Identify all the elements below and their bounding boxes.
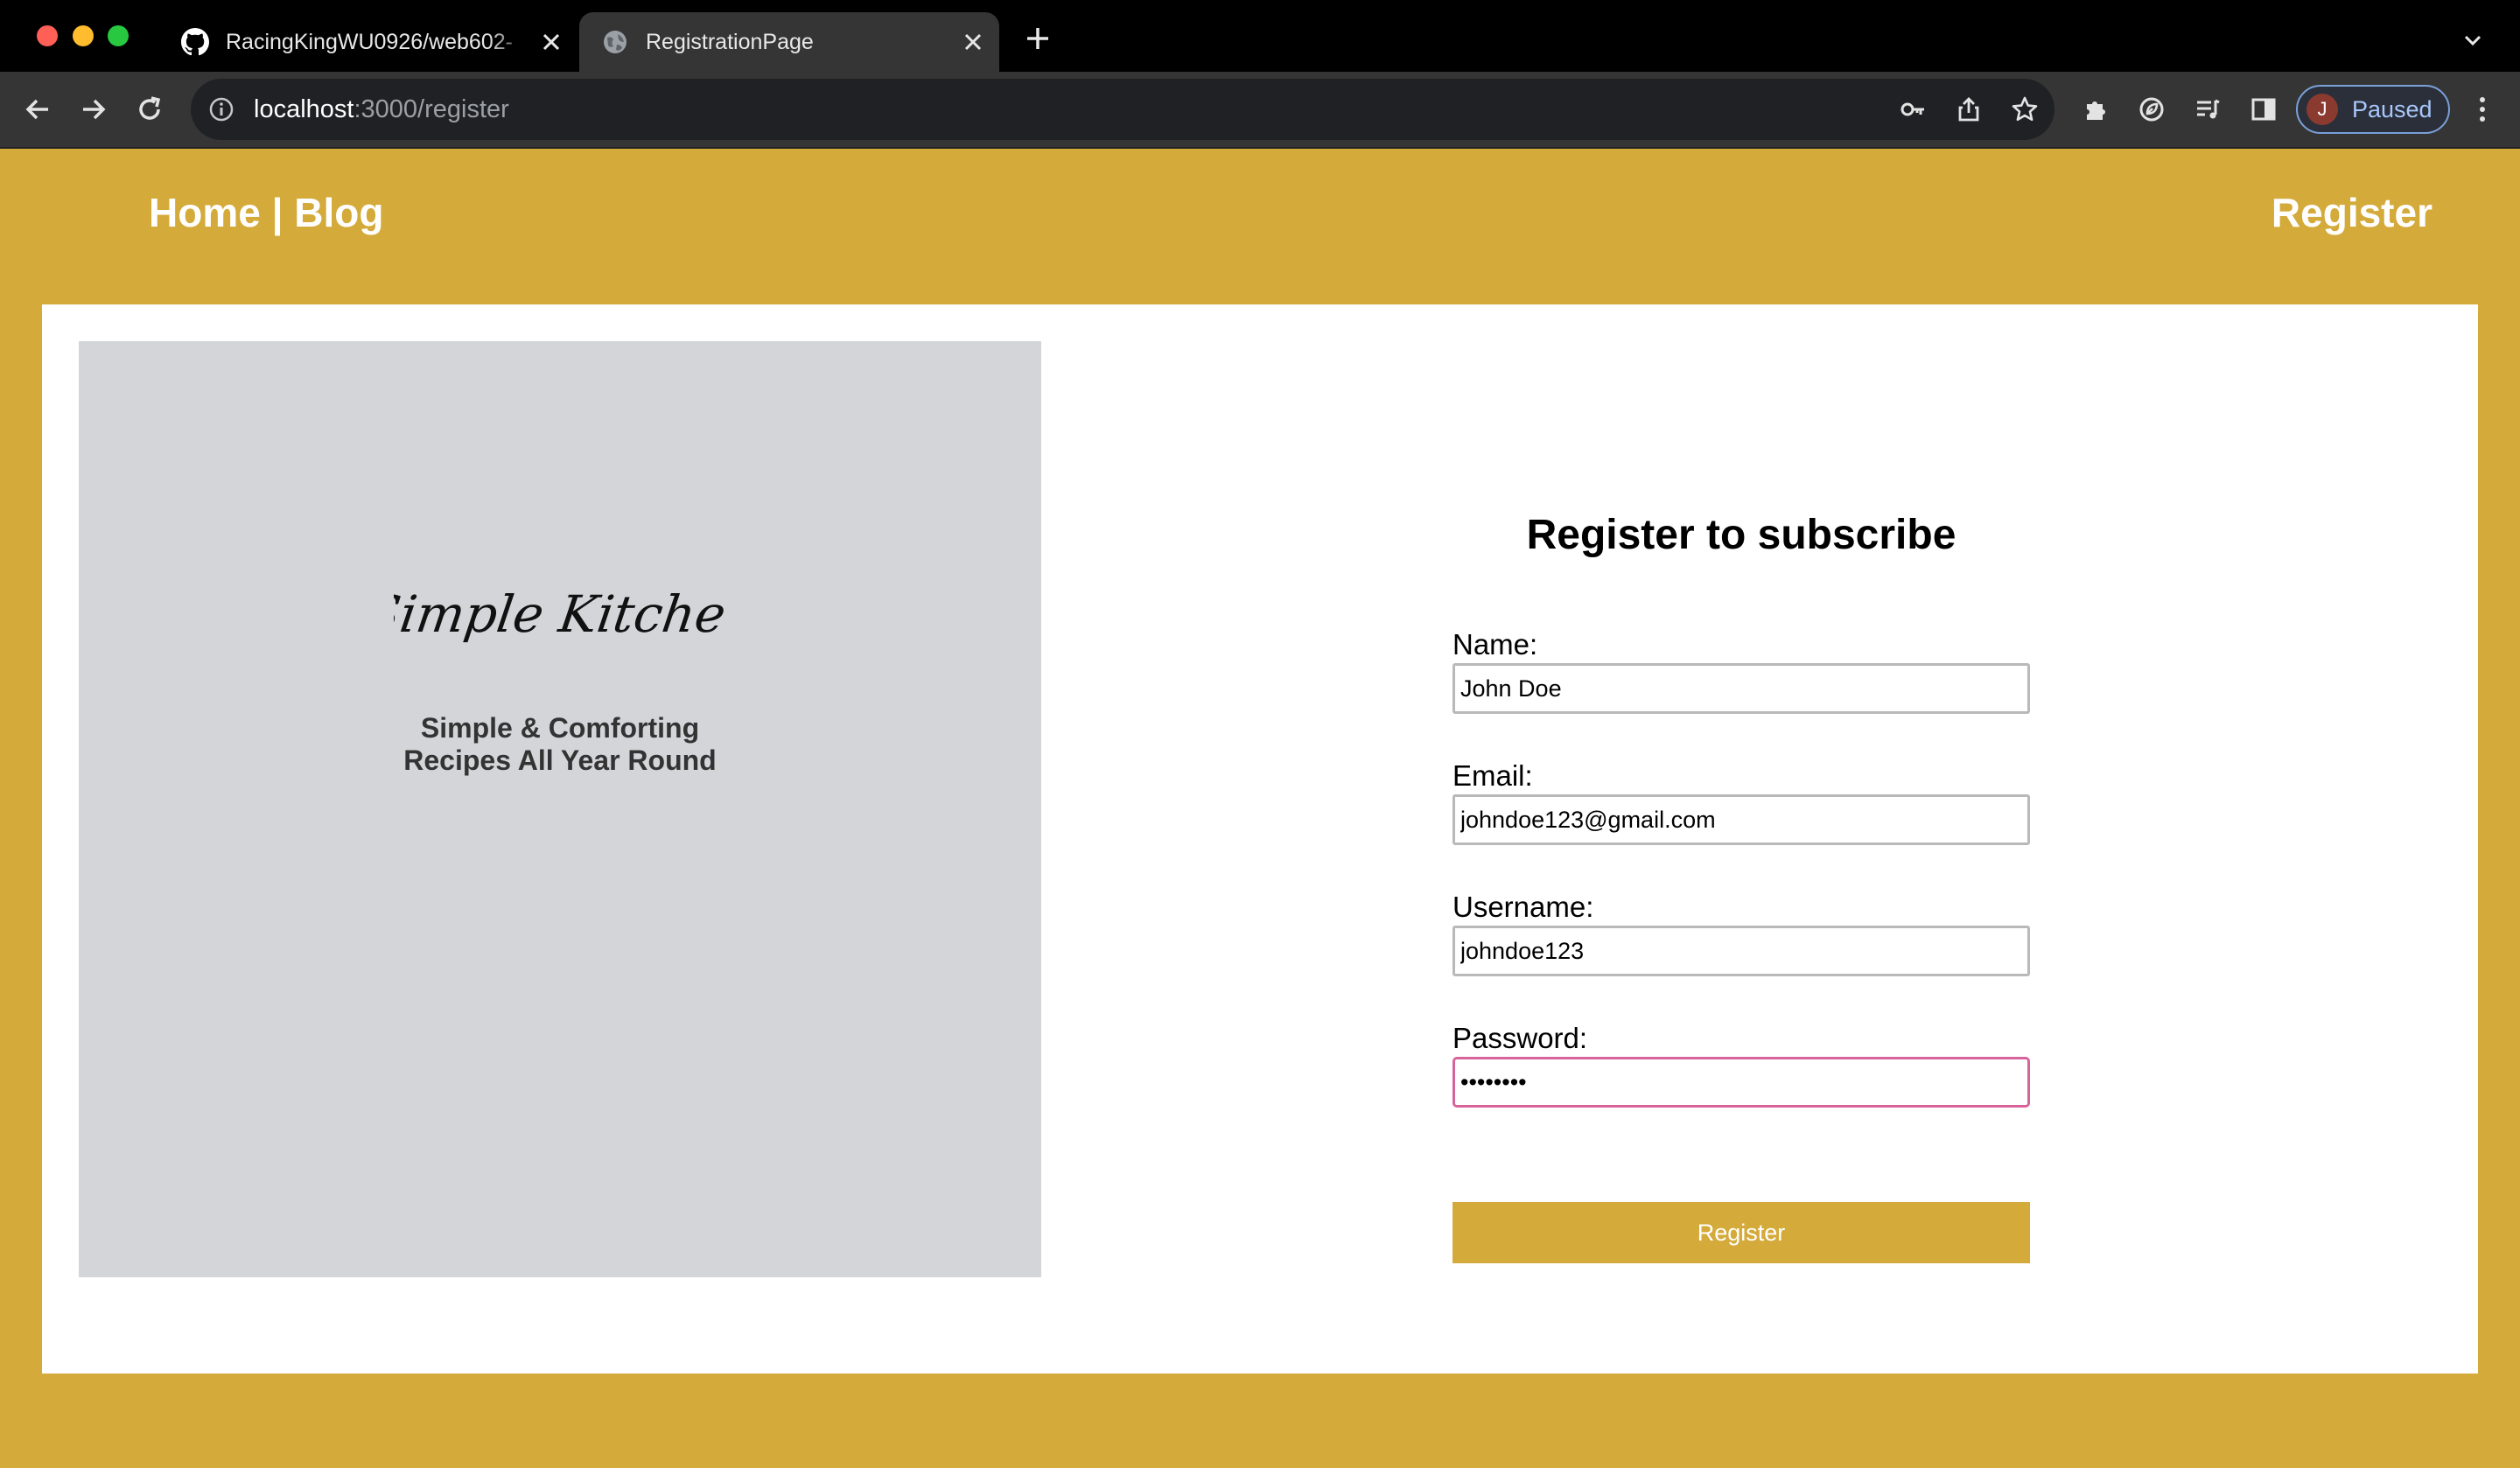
minimize-window-button[interactable]: [73, 25, 94, 46]
url-text: localhost:3000/register: [254, 94, 509, 123]
tab-title: RacingKingWU0926/web602-: [226, 29, 513, 54]
chevron-down-icon[interactable]: [2455, 23, 2490, 58]
nav-home-blog-link[interactable]: Home | Blog: [149, 189, 383, 236]
avatar: J: [2306, 94, 2338, 125]
reading-list-icon[interactable]: [2188, 89, 2228, 129]
nav-register-link[interactable]: Register: [2272, 189, 2432, 236]
password-field[interactable]: [1452, 1057, 2030, 1108]
new-tab-button[interactable]: [1020, 21, 1055, 56]
bookmark-star-icon[interactable]: [2007, 92, 2042, 127]
github-icon: [180, 27, 210, 57]
back-icon[interactable]: [18, 89, 58, 129]
username-field[interactable]: [1452, 926, 2030, 976]
browser-tab-bar: RacingKingWU0926/web602- RegistrationPag…: [0, 0, 2520, 72]
hero-tagline: Simple & Comforting Recipes All Year Rou…: [79, 712, 1041, 777]
hero-panel: Simple Kitchen Simple & Comforting Recip…: [79, 341, 1041, 1277]
side-panel-icon[interactable]: [2244, 89, 2284, 129]
name-field[interactable]: [1452, 663, 2030, 714]
email-field[interactable]: [1452, 794, 2030, 845]
share-icon[interactable]: [1951, 92, 1986, 127]
more-menu-icon[interactable]: [2462, 89, 2502, 129]
browser-tab-registration[interactable]: RegistrationPage: [579, 12, 999, 72]
form-title: Register to subscribe: [1526, 512, 1956, 558]
username-label: Username:: [1452, 891, 1594, 923]
maximize-window-button[interactable]: [108, 25, 129, 46]
tagline-line-2: Recipes All Year Round: [403, 744, 717, 776]
globe-icon: [600, 27, 630, 57]
content-card: Simple Kitchen Simple & Comforting Recip…: [42, 304, 2478, 1374]
browser-toolbar: localhost:3000/register J Paused: [0, 72, 2520, 149]
simple-kitchen-logo: Simple Kitchen: [79, 577, 1041, 669]
forward-icon[interactable]: [74, 89, 114, 129]
profile-button[interactable]: J Paused: [2296, 85, 2450, 134]
name-label: Name:: [1452, 628, 1538, 661]
profile-status-label: Paused: [2352, 95, 2432, 122]
close-tab-icon[interactable]: [534, 24, 569, 59]
register-button[interactable]: Register: [1452, 1202, 2030, 1263]
extensions-puzzle-icon[interactable]: [2076, 89, 2116, 129]
email-label: Email:: [1452, 759, 1533, 792]
performance-leaf-icon[interactable]: [2132, 89, 2172, 129]
password-label: Password:: [1452, 1022, 1588, 1054]
browser-tab-github[interactable]: RacingKingWU0926/web602-: [166, 12, 578, 72]
tagline-line-1: Simple & Comforting: [420, 712, 700, 744]
site-info-icon[interactable]: [206, 94, 236, 124]
svg-text:Simple Kitchen: Simple Kitchen: [394, 584, 726, 644]
tab-title: RegistrationPage: [646, 29, 814, 54]
site-header: Home | Blog Register: [0, 149, 2520, 304]
key-icon[interactable]: [1895, 92, 1930, 127]
reload-icon[interactable]: [130, 89, 170, 129]
close-tab-icon[interactable]: [956, 24, 990, 59]
address-bar[interactable]: localhost:3000/register: [191, 79, 2054, 140]
close-window-button[interactable]: [37, 25, 58, 46]
